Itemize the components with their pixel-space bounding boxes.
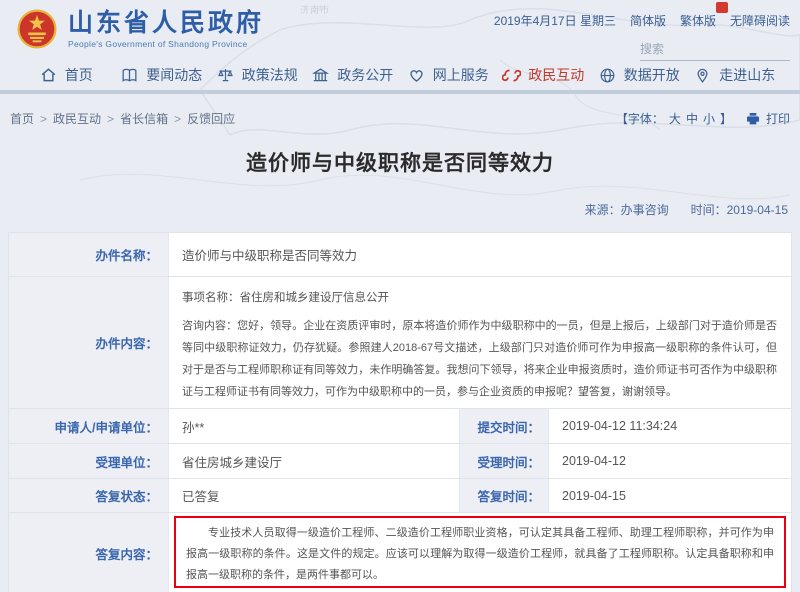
nav-item-label: 政务公开 bbox=[337, 65, 393, 85]
table-row-case-content: 办件内容： 事项名称：省住房和城乡建设厅信息公开 咨询内容：您好，领导。企业在资… bbox=[9, 277, 791, 409]
site-header: 山东省人民政府 People's Government of Shandong … bbox=[0, 0, 800, 60]
site-brand: 山东省人民政府 People's Government of Shandong … bbox=[16, 8, 264, 50]
nav-item-online-services[interactable]: 网上服务 bbox=[400, 65, 496, 85]
nav-item-home[interactable]: 首页 bbox=[18, 65, 114, 85]
highlight-box: 专业技术人员取得一级造价工程师、二级造价工程师职业资格，可认定其具备工程师、助理… bbox=[174, 516, 786, 588]
time-label: 时间： bbox=[691, 203, 727, 217]
breadcrumb-separator: > bbox=[40, 112, 47, 126]
breadcrumb-separator: > bbox=[174, 112, 181, 126]
page-title: 造价师与中级职称是否同等效力 bbox=[0, 147, 800, 177]
table-row-applicant: 申请人/申请单位： 孙** 提交时间： 2019-04-12 11:34:24 bbox=[9, 409, 791, 444]
reply-time-label: 答复时间： bbox=[459, 479, 549, 512]
map-pin-icon bbox=[693, 66, 712, 85]
page-tools: 【字体： 大 中 小 】 打印 bbox=[616, 110, 790, 127]
link-accessibility[interactable]: 无障碍阅读 bbox=[730, 12, 790, 29]
link-traditional-chinese[interactable]: 繁体版 bbox=[680, 12, 716, 29]
nav-item-label: 政民互动 bbox=[528, 65, 584, 85]
submit-time-label: 提交时间： bbox=[459, 409, 549, 443]
home-icon bbox=[39, 66, 58, 85]
dialog-quotes-icon bbox=[502, 66, 521, 85]
gov-building-icon bbox=[311, 66, 330, 85]
source-time-row: 来源：办事咨询 时间：2019-04-15 bbox=[0, 201, 788, 218]
table-row-case-name: 办件名称： 造价师与中级职称是否同等效力 bbox=[9, 233, 791, 277]
breadcrumb-toolbar-row: 首页 > 政民互动 > 省长信箱 > 反馈回应 【字体： 大 中 小 】 打印 bbox=[10, 110, 790, 127]
nav-item-label: 网上服务 bbox=[433, 65, 489, 85]
reply-status-label: 答复状态： bbox=[9, 479, 169, 512]
accept-time-label: 受理时间： bbox=[459, 444, 549, 478]
breadcrumb-separator: > bbox=[107, 112, 114, 126]
link-simplified-chinese[interactable]: 简体版 bbox=[630, 12, 666, 29]
font-size-suffix: 】 bbox=[720, 110, 732, 127]
printer-icon[interactable] bbox=[745, 111, 761, 127]
nav-item-gov-affairs[interactable]: 政务公开 bbox=[305, 65, 401, 85]
submit-time-value: 2019-04-12 11:34:24 bbox=[549, 409, 791, 443]
main-navigation: 首页 要闻动态 政策法规 政务公开 网上服务 政民互动 bbox=[0, 60, 800, 94]
table-row-reply-content: 答复内容： 专业技术人员取得一级造价工程师、二级造价工程师职业资格，可认定其具备… bbox=[9, 513, 791, 592]
reply-content-label: 答复内容： bbox=[9, 513, 169, 592]
reply-content-cell: 专业技术人员取得一级造价工程师、二级造价工程师职业资格，可认定其具备工程师、助理… bbox=[169, 513, 791, 592]
national-emblem-logo bbox=[16, 8, 58, 50]
nav-item-label: 数据开放 bbox=[624, 65, 680, 85]
breadcrumb-current-feedback: 反馈回应 bbox=[187, 110, 235, 127]
brand-text: 山东省人民政府 People's Government of Shandong … bbox=[68, 9, 264, 49]
nav-item-label: 首页 bbox=[65, 65, 93, 85]
nav-item-label: 政策法规 bbox=[242, 65, 298, 85]
breadcrumb: 首页 > 政民互动 > 省长信箱 > 反馈回应 bbox=[10, 110, 235, 127]
search-box bbox=[640, 41, 790, 61]
nav-item-label: 要闻动态 bbox=[146, 65, 202, 85]
case-name-value: 造价师与中级职称是否同等效力 bbox=[169, 233, 791, 276]
site-title: 山东省人民政府 bbox=[68, 9, 264, 37]
print-button[interactable]: 打印 bbox=[766, 110, 790, 127]
reply-time-value: 2019-04-15 bbox=[549, 479, 791, 512]
page: 济南市 山东省人民政府 People's Government of Shand… bbox=[0, 0, 800, 592]
globe-data-icon bbox=[598, 66, 617, 85]
table-row-reply-status: 答复状态： 已答复 答复时间： 2019-04-15 bbox=[9, 479, 791, 513]
breadcrumb-home[interactable]: 首页 bbox=[10, 110, 34, 127]
font-size-small-button[interactable]: 小 bbox=[703, 110, 715, 127]
case-name-label: 办件名称： bbox=[9, 233, 169, 276]
table-row-accepting-unit: 受理单位： 省住房城乡建设厅 受理时间： 2019-04-12 bbox=[9, 444, 791, 479]
header-right: 2019年4月17日 星期三 简体版 繁体版 无障碍阅读 bbox=[494, 8, 790, 61]
source-label: 来源： bbox=[585, 203, 621, 217]
font-size-medium-button[interactable]: 中 bbox=[686, 110, 698, 127]
nav-item-open-data[interactable]: 数据开放 bbox=[591, 65, 687, 85]
nav-item-policies[interactable]: 政策法规 bbox=[209, 65, 305, 85]
case-content-value: 事项名称：省住房和城乡建设厅信息公开 咨询内容：您好，领导。企业在资质评审时，原… bbox=[169, 277, 791, 408]
nav-item-public-interaction[interactable]: 政民互动 bbox=[496, 65, 592, 85]
site-title-english: People's Government of Shandong Province bbox=[68, 39, 264, 49]
search-input[interactable] bbox=[640, 42, 795, 56]
news-icon bbox=[120, 66, 139, 85]
font-size-large-button[interactable]: 大 bbox=[669, 110, 681, 127]
case-item-name: 事项名称：省住房和城乡建设厅信息公开 bbox=[182, 289, 777, 305]
accept-time-value: 2019-04-12 bbox=[549, 444, 791, 478]
date-display: 2019年4月17日 星期三 bbox=[494, 12, 616, 29]
law-scales-icon bbox=[216, 66, 235, 85]
applicant-value: 孙** bbox=[169, 409, 459, 443]
nav-item-about-shandong[interactable]: 走进山东 bbox=[687, 65, 783, 85]
reply-content-text: 专业技术人员取得一级造价工程师、二级造价工程师职业资格，可认定其具备工程师、助理… bbox=[186, 523, 774, 586]
breadcrumb-governor-mailbox[interactable]: 省长信箱 bbox=[120, 110, 168, 127]
nav-item-label: 走进山东 bbox=[719, 65, 775, 85]
breadcrumb-interaction[interactable]: 政民互动 bbox=[53, 110, 101, 127]
applicant-label: 申请人/申请单位： bbox=[9, 409, 169, 443]
nav-item-news[interactable]: 要闻动态 bbox=[114, 65, 210, 85]
topbar: 2019年4月17日 星期三 简体版 繁体版 无障碍阅读 bbox=[494, 12, 790, 29]
reply-status-value: 已答复 bbox=[169, 479, 459, 512]
case-content-label: 办件内容： bbox=[9, 277, 169, 408]
accepting-unit-label: 受理单位： bbox=[9, 444, 169, 478]
heart-service-icon bbox=[407, 66, 426, 85]
case-detail-table: 办件名称： 造价师与中级职称是否同等效力 办件内容： 事项名称：省住房和城乡建设… bbox=[8, 232, 792, 592]
inquiry-content: 咨询内容：您好，领导。企业在资质评审时，原本将造价师作为中级职称中的一员，但是上… bbox=[182, 315, 777, 403]
font-size-prefix: 【字体： bbox=[616, 110, 664, 127]
time-value: 2019-04-15 bbox=[727, 203, 788, 217]
source-value: 办事咨询 bbox=[621, 203, 669, 217]
accepting-unit-value: 省住房城乡建设厅 bbox=[169, 444, 459, 478]
